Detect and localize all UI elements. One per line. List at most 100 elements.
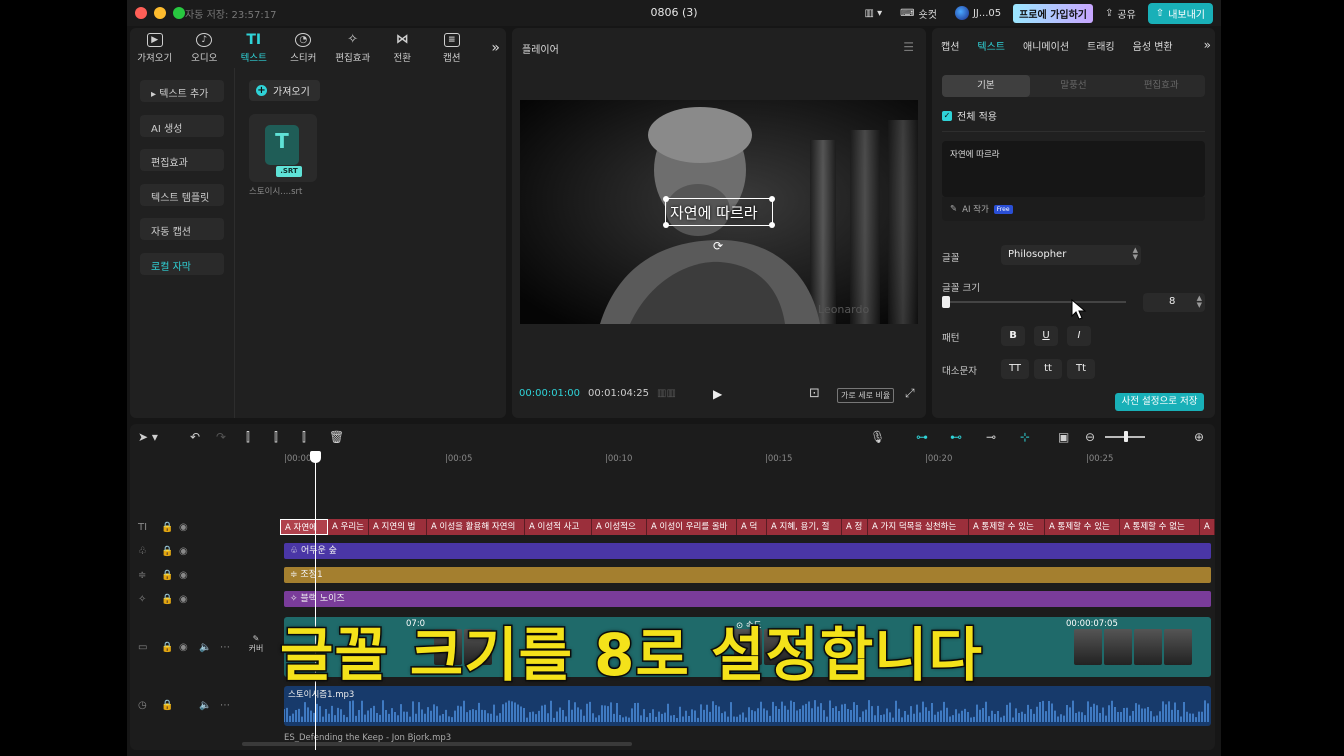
share-button[interactable]: ⇪ 공유 — [1099, 4, 1142, 23]
magnet-icon[interactable]: ⊶ — [916, 430, 928, 444]
font-size-slider-handle[interactable] — [942, 296, 950, 308]
text-clip[interactable]: A 자연에 — [280, 519, 328, 535]
stepper-icon[interactable]: ▲ ▼ — [1197, 295, 1202, 309]
segment-effects[interactable]: 편집효과 — [1117, 75, 1205, 97]
tab-caption[interactable]: ≡ 캡션 — [427, 28, 477, 68]
lock-icon[interactable]: 🔒 — [161, 570, 173, 581]
eye-icon[interactable]: ◉ — [179, 546, 188, 557]
lock-icon[interactable]: 🔒 — [161, 546, 173, 557]
user-account[interactable]: JJ...05 — [949, 4, 1007, 22]
link-icon[interactable]: ⊸ — [986, 430, 996, 444]
tab-effects[interactable]: ✧ 편집효과 — [328, 28, 378, 68]
font-size-slider[interactable] — [946, 301, 1126, 303]
tab-caption[interactable]: 캡션 — [932, 38, 968, 53]
more-tabs-icon[interactable]: » — [1204, 38, 1211, 52]
font-size-input[interactable]: 8 ▲ ▼ — [1143, 293, 1205, 312]
text-clip[interactable]: A 이성적 사고 — [525, 519, 592, 535]
rotate-icon[interactable]: ⟳ — [713, 239, 723, 253]
side-item-add-text[interactable]: ▸ 텍스트 추가 — [140, 80, 224, 102]
italic-button[interactable]: I — [1067, 326, 1091, 346]
apply-all-checkbox[interactable]: ✓ 전체 적용 — [942, 108, 997, 123]
tab-transition[interactable]: ⋈ 전환 — [378, 28, 428, 68]
tab-text[interactable]: TI 텍스트 — [229, 28, 279, 68]
side-item-ai-generate[interactable]: AI 생성 — [140, 114, 224, 137]
font-select[interactable]: Philosopher ▲ ▼ — [1001, 245, 1141, 265]
text-clip[interactable]: A 이성이 우리를 올바 — [647, 519, 737, 535]
titlecase-button[interactable]: Tt — [1067, 359, 1095, 379]
tab-tracking[interactable]: 트래킹 — [1078, 38, 1124, 53]
redo-icon[interactable]: ↷ — [216, 430, 226, 444]
side-item-local-subtitle[interactable]: 로컬 자막 — [140, 252, 224, 275]
segment-basic[interactable]: 기본 — [942, 75, 1030, 97]
tab-sticker[interactable]: ◔ 스티커 — [279, 28, 329, 68]
layout-button[interactable]: ▥ ▾ — [858, 6, 888, 21]
eye-icon[interactable]: ◉ — [179, 594, 188, 605]
more-tabs-icon[interactable]: » — [491, 40, 500, 56]
side-item-effects[interactable]: 편집효과 — [140, 149, 224, 171]
tab-import[interactable]: ▶ 가져오기 — [130, 28, 180, 68]
text-input[interactable]: 자연에 따르라 — [942, 141, 1205, 197]
menu-icon[interactable]: ☰ — [903, 40, 914, 54]
lock-icon[interactable]: 🔒 — [161, 700, 173, 711]
play-button[interactable]: ▶ — [713, 387, 722, 401]
speaker-icon[interactable]: 🔈 — [199, 700, 211, 711]
tab-audio[interactable]: ♪ 오디오 — [180, 28, 230, 68]
more-icon[interactable]: ⋯ — [220, 700, 230, 711]
select-cursor-icon[interactable]: ➤ ▾ — [138, 430, 158, 444]
auto-snap-icon[interactable]: ⊷ — [950, 430, 962, 444]
zoom-slider-handle[interactable] — [1124, 431, 1128, 442]
tab-animation[interactable]: 애니메이션 — [1014, 38, 1078, 53]
video-preview[interactable]: 자연에 따르라 ⟳ Leonardo — [520, 100, 918, 324]
undo-icon[interactable]: ↶ — [190, 430, 200, 444]
timeline-scrollbar[interactable] — [242, 742, 632, 746]
text-clip[interactable]: A 정 — [842, 519, 868, 535]
adjust-clip[interactable]: ≑ 조정1 — [284, 567, 1211, 583]
text-clip[interactable]: A 우리는 — [328, 519, 369, 535]
time-ruler[interactable]: |00:00 |00:05 |00:10 |00:15 |00:20 |00:2… — [280, 452, 1215, 468]
playhead[interactable] — [315, 453, 316, 750]
shortcut-button[interactable]: ⌨ 숏컷 — [894, 4, 943, 23]
delete-icon[interactable]: 🗑 — [329, 430, 344, 444]
microphone-icon[interactable]: 🎙 — [870, 430, 885, 444]
audio-clip[interactable]: 스토이시즘1.mp3 — [284, 686, 1211, 726]
filter-clip[interactable]: ✧ 블랙 노이즈 — [284, 591, 1211, 607]
thumbnail-icon[interactable]: ▣ — [1058, 430, 1069, 444]
lowercase-button[interactable]: tt — [1034, 359, 1062, 379]
effect-clip[interactable]: ♧ 어두운 숲 — [284, 543, 1211, 559]
text-clip[interactable]: A 이성을 활용해 자연의 — [427, 519, 525, 535]
eye-icon[interactable]: ◉ — [179, 642, 188, 653]
export-button[interactable]: ⇧ 내보내기 — [1147, 2, 1213, 24]
lock-icon[interactable]: 🔒 — [161, 642, 173, 653]
eye-icon[interactable]: ◉ — [179, 570, 188, 581]
ai-writer-button[interactable]: ✎ AI 작가 Free — [942, 197, 1205, 221]
text-clip[interactable]: A 통제할 수 있는 — [969, 519, 1045, 535]
zoom-out-icon[interactable]: ⊖ — [1085, 430, 1095, 444]
underline-button[interactable]: U — [1034, 326, 1058, 346]
split-right-icon[interactable]: ⫿ — [302, 430, 306, 445]
pro-upgrade-button[interactable]: 프로에 가입하기 — [1013, 3, 1093, 23]
tab-voice[interactable]: 음성 변환 — [1124, 38, 1182, 53]
split-left-icon[interactable]: ⫿ — [274, 430, 278, 445]
eye-icon[interactable]: ◉ — [179, 522, 188, 533]
preview-axis-icon[interactable]: ⊹ — [1020, 430, 1030, 444]
bold-button[interactable]: B — [1001, 326, 1025, 346]
uppercase-button[interactable]: TT — [1001, 359, 1029, 379]
text-clip[interactable]: A — [1200, 519, 1215, 535]
side-item-text-template[interactable]: 텍스트 템플릿 — [140, 183, 224, 206]
lock-icon[interactable]: 🔒 — [161, 522, 173, 533]
text-clip[interactable]: A 통제할 수 없는 — [1120, 519, 1200, 535]
aspect-ratio-button[interactable]: 가로 세로 비율 — [837, 388, 895, 403]
text-clip[interactable]: A 이성적으 — [592, 519, 647, 535]
import-button[interactable]: + 가져오기 — [249, 80, 320, 101]
fullscreen-icon[interactable]: ⤢ — [905, 386, 915, 401]
split-icon[interactable]: ⫿ — [246, 430, 250, 445]
lock-icon[interactable]: 🔒 — [161, 594, 173, 605]
side-item-auto-caption[interactable]: 자동 캡션 — [140, 218, 224, 240]
zoom-fit-icon[interactable]: ⊕ — [1194, 430, 1204, 444]
fit-screen-icon[interactable]: ⊡ — [809, 386, 820, 401]
cover-button[interactable]: ✎ 커버 — [242, 634, 270, 662]
text-clip[interactable]: A 지혜, 용기, 절 — [767, 519, 842, 535]
text-clip[interactable]: A 덕 — [737, 519, 767, 535]
save-preset-button[interactable]: 사전 설정으로 저장 — [1115, 393, 1204, 411]
tab-text[interactable]: 텍스트 — [968, 38, 1014, 53]
